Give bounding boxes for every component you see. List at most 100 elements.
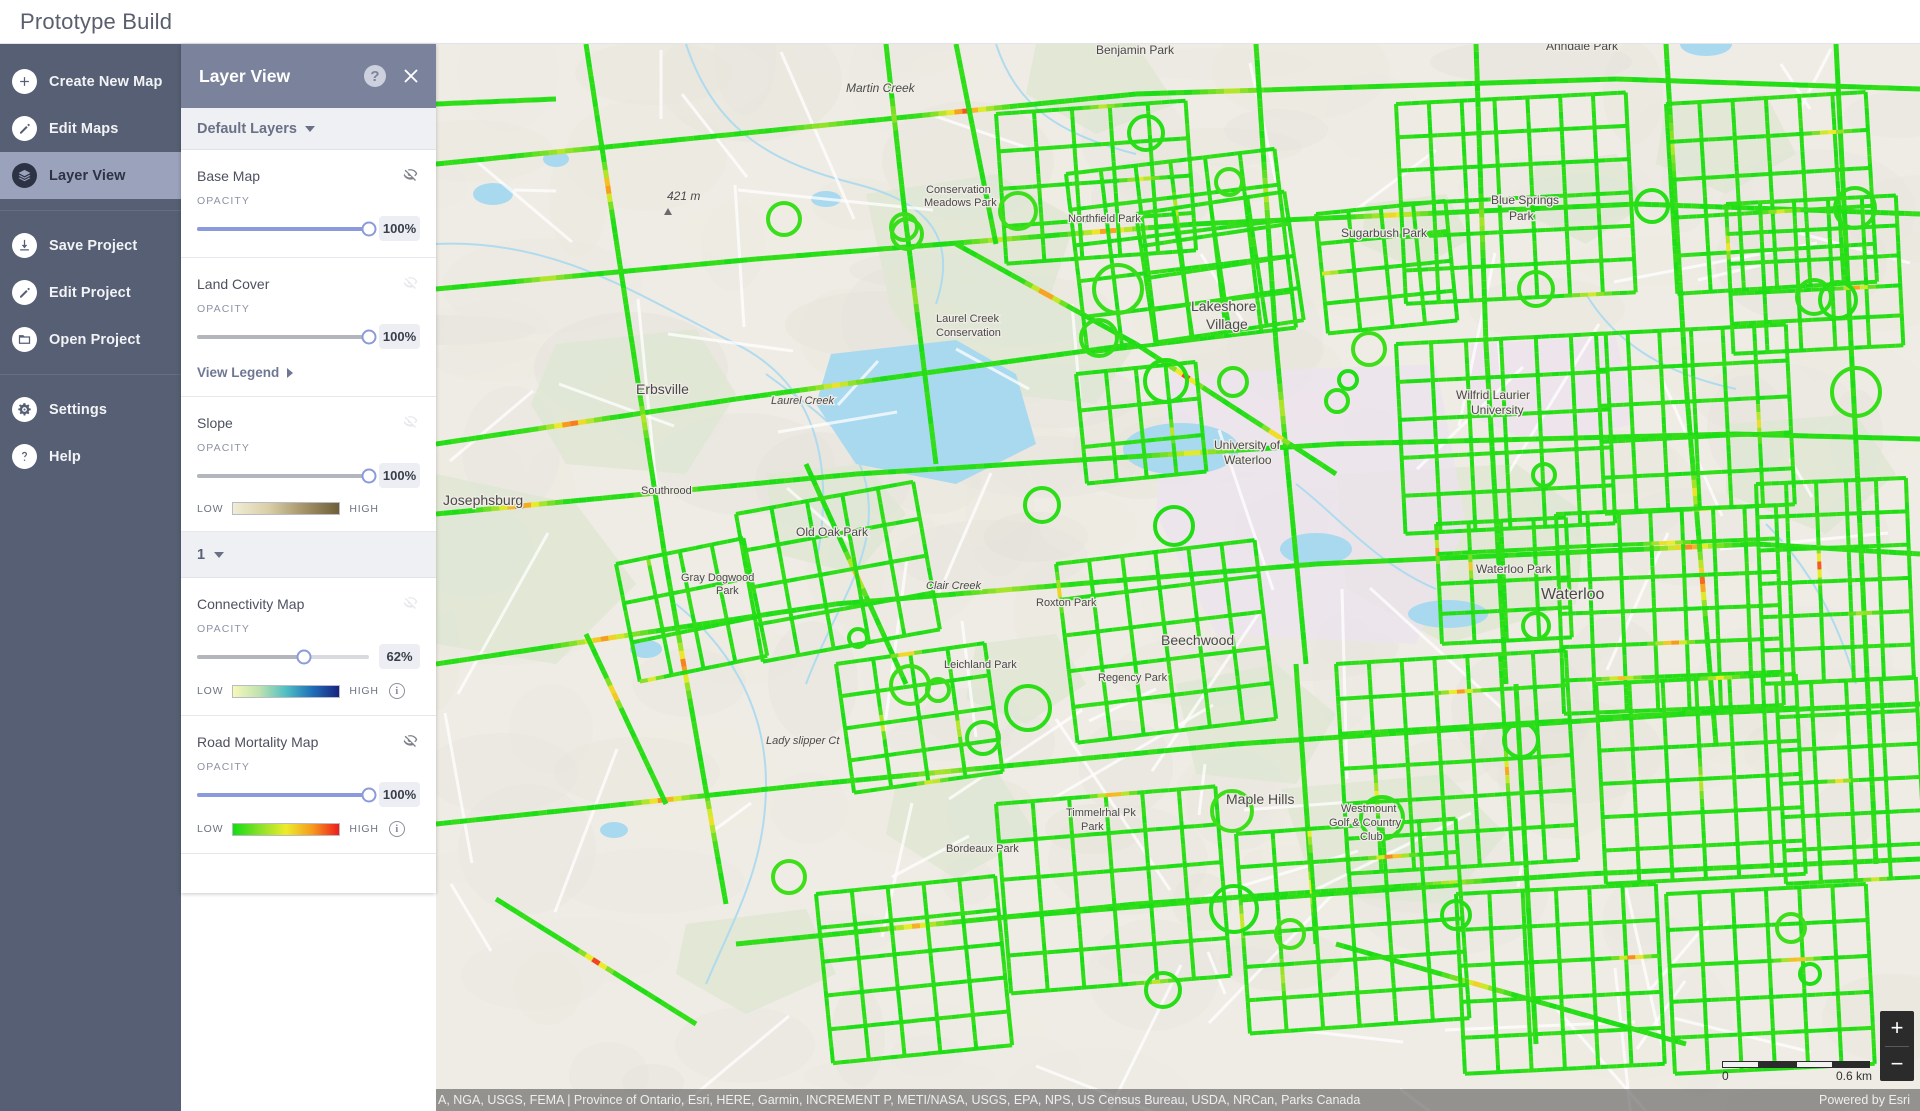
default-layers-label: Default Layers [197,120,297,137]
slider-handle[interactable] [296,649,312,664]
page-title: Prototype Build [20,8,173,34]
layer-header-row: Base Map [197,164,420,188]
map-canvas[interactable]: Benjamin Park Anndale Park Martin Creek Blu… [436,44,1920,1111]
attribution-text: A, NGA, USGS, FEMA | Province of Ontario… [438,1093,1361,1107]
sidebar-item-label: Edit Maps [49,120,119,137]
plus-circle-icon [12,69,37,94]
legend-gradient-bar [232,822,341,836]
info-icon[interactable]: i [388,821,405,837]
legend-row: LOW HIGH [197,502,420,515]
slider-fill [197,473,369,478]
layer-name: Base Map [197,168,261,184]
sidebar-item-label: Open Project [49,331,141,348]
opacity-caption: OPACITY [197,761,251,773]
legend-gradient-bar [232,684,341,698]
download-circle-icon [12,233,37,258]
chevron-down-icon [214,551,225,558]
sidebar-item-layer-view[interactable]: Layer View [0,152,181,199]
legend-row: LOW HIGH i [197,683,420,699]
eye-off-icon[interactable] [401,164,420,188]
opacity-slider-row: 100% [197,463,420,488]
default-layers-selector[interactable]: Default Layers [181,108,436,150]
legend-high-label: HIGH [349,685,379,697]
opacity-value[interactable]: 100% [379,782,420,807]
sidebar-item-open-project[interactable]: Open Project [0,316,181,363]
legend-gradient-bar [232,502,341,515]
map-graphic: Benjamin Park Anndale ParkMartin CreekBlu… [436,44,1920,1111]
layer-name: Slope [197,415,233,431]
gear-circle-icon [12,397,37,422]
opacity-caption: OPACITY [197,303,251,315]
sidebar-item-help[interactable]: Help [0,433,181,480]
opacity-slider[interactable] [197,649,369,664]
layer-list: Base Map OPACITY 100% Land Cover OPACITY 100%… [181,150,436,893]
layer-card: Connectivity Map OPACITY 62% LOW HIGH i [181,578,436,716]
close-icon[interactable] [400,65,422,87]
eye-off-icon[interactable] [401,272,420,296]
sidebar-item-edit-project[interactable]: Edit Project [0,269,181,316]
index-selector-label: 1 [197,546,206,563]
eye-off-icon[interactable] [401,411,420,435]
app-header: Prototype Build [0,0,1920,44]
sidebar-item-label: Help [49,448,81,465]
opacity-slider[interactable] [197,468,377,483]
eye-off-icon[interactable] [401,730,420,754]
sidebar-item-label: Layer View [49,167,126,184]
nav-top-spacer [0,44,181,58]
legend-high-label: HIGH [349,823,379,835]
opacity-value[interactable]: 100% [379,216,420,241]
legend-low-label: LOW [197,502,224,515]
slider-fill [197,334,369,339]
opacity-value[interactable]: 100% [379,463,420,488]
layer-card: Road Mortality Map OPACITY 100% LOW HIGH i [181,716,436,854]
opacity-slider-row: 100% [197,782,420,807]
sidebar-item-settings[interactable]: Settings [0,386,181,433]
chevron-right-icon [287,367,294,378]
scale-max-label: 0.6 km [1835,1069,1872,1083]
layer-header-row: Slope [197,411,420,435]
sidebar-item-save-project[interactable]: Save Project [0,222,181,269]
opacity-value[interactable]: 62% [379,644,420,669]
help-icon[interactable]: ? [364,65,386,87]
zoom-in-button[interactable]: + [1880,1011,1914,1046]
map-attribution: A, NGA, USGS, FEMA | Province of Ontario… [436,1089,1920,1111]
sidebar-item-label: Save Project [49,237,138,254]
slider-handle[interactable] [361,329,377,344]
attribution-powered-by: Powered by Esri [1818,1093,1910,1107]
slider-handle[interactable] [361,787,377,802]
view-legend-label: View Legend [197,365,280,380]
slider-fill [197,792,369,797]
legend-low-label: LOW [197,685,224,697]
opacity-slider[interactable] [197,329,377,344]
opacity-value[interactable]: 100% [379,324,420,349]
layer-header-row: Road Mortality Map [197,730,420,754]
pencil-circle-icon [12,116,37,141]
opacity-caption: OPACITY [197,623,251,635]
sidebar-item-edit-maps[interactable]: Edit Maps [0,105,181,152]
layers-circle-icon [12,163,37,188]
sidebar-item-label: Settings [49,401,107,418]
slider-handle[interactable] [361,468,377,483]
legend-row: LOW HIGH i [197,821,420,837]
application-root: Prototype Build Create New Map Edit Maps L… [0,0,1920,1111]
layer-card: Base Map OPACITY 100% [181,150,436,258]
layer-view-panel: Layer View ? Default Layers Base Map OPAC… [181,44,436,893]
zoom-controls: + − [1880,1011,1914,1081]
sidebar-nav: Create New Map Edit Maps Layer View Save Pr… [0,44,181,1111]
opacity-slider[interactable] [197,787,377,802]
zoom-out-button[interactable]: − [1880,1047,1914,1082]
slider-fill [197,226,369,231]
index-selector[interactable]: 1 [181,532,436,578]
sidebar-item-create-new-map[interactable]: Create New Map [0,58,181,105]
opacity-slider-row: 100% [197,216,420,241]
layer-name: Connectivity Map [197,596,305,612]
view-legend-link[interactable]: View Legend [197,365,420,380]
pencil-circle-icon [12,280,37,305]
scale-min-label: 0 [1722,1069,1729,1083]
layer-name: Land Cover [197,276,270,292]
info-icon[interactable]: i [388,683,405,699]
slider-handle[interactable] [361,221,377,236]
eye-off-icon[interactable] [401,592,420,616]
opacity-slider[interactable] [197,221,377,236]
opacity-slider-row: 62% [197,644,420,669]
